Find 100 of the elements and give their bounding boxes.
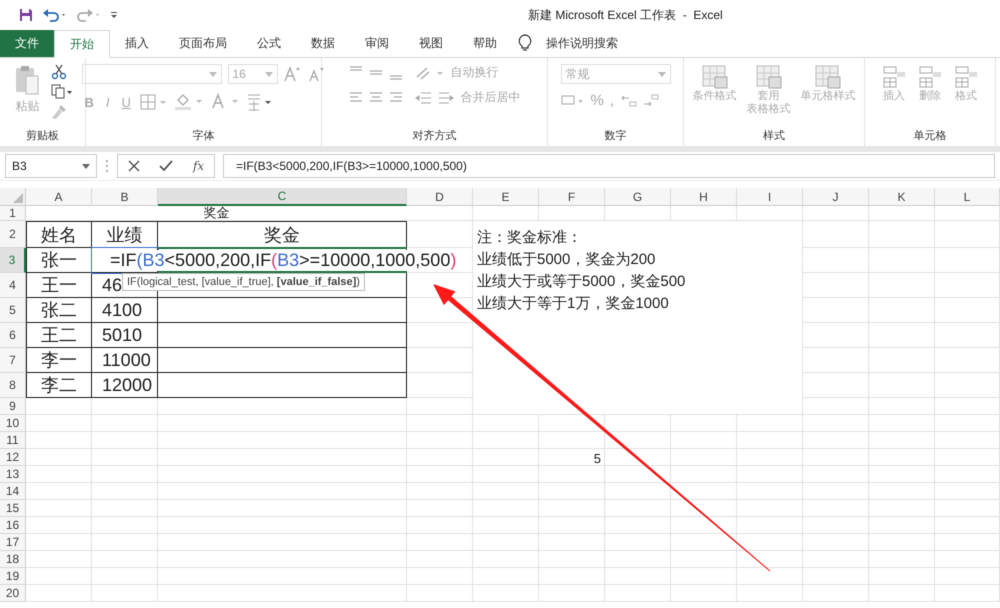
cell-editor[interactable]: =IF(B3<5000,200,IF(B3>=10000,1000,500) (110, 250, 456, 271)
cells-grid-icon (953, 64, 979, 90)
undo-icon[interactable] (42, 7, 68, 23)
column-header[interactable]: L (935, 188, 1000, 206)
shrink-font-icon[interactable] (308, 66, 326, 82)
column-header[interactable]: K (869, 188, 935, 206)
table-cell: 李一 (26, 348, 92, 373)
caret-icon (208, 72, 216, 76)
row-header[interactable]: 18 (0, 551, 26, 568)
row-header[interactable]: 19 (0, 568, 26, 585)
table-header-cell: 奖金 (158, 221, 407, 248)
table-format-icon (754, 64, 782, 90)
window-title: 新建 Microsoft Excel 工作表 - Excel (528, 6, 723, 24)
ribbon-tab[interactable]: 视图 (404, 30, 458, 57)
row-header[interactable]: 15 (0, 500, 26, 517)
row-header[interactable]: 17 (0, 534, 26, 551)
table-cell: 王一 (26, 273, 92, 298)
row-header[interactable]: 1 (0, 206, 26, 221)
font-name-field[interactable] (82, 64, 222, 84)
ribbon-tab[interactable]: 插入 (110, 30, 164, 57)
grow-font-icon[interactable] (284, 66, 302, 82)
button-label: 条件格式 (692, 90, 736, 103)
table-cell: 11000 (92, 348, 158, 373)
borders-icon[interactable] (140, 94, 168, 110)
table-header-cell: 姓名 (26, 221, 92, 248)
button-label: 表格格式 (746, 103, 790, 116)
row-header[interactable]: 10 (0, 415, 26, 432)
ribbon-tab[interactable]: 页面布局 (164, 30, 242, 57)
row-header[interactable]: 9 (0, 398, 26, 415)
row-header[interactable]: 11 (0, 432, 26, 449)
customize-menu-icon[interactable] (110, 10, 118, 20)
table-header-cell: 业绩 (92, 221, 158, 248)
row-header[interactable]: 16 (0, 517, 26, 534)
close-icon[interactable] (128, 160, 140, 172)
formula-field[interactable]: =IF(B3<5000,200,IF(B3>=10000,1000,500) (223, 154, 995, 178)
table-cell: 李二 (26, 373, 92, 398)
grip-icon (105, 159, 109, 173)
row-header[interactable]: 3 (0, 248, 26, 273)
row-header[interactable]: 14 (0, 483, 26, 500)
column-header[interactable]: G (605, 188, 671, 206)
decimal-icons[interactable] (620, 92, 660, 108)
group-label: 对齐方式 (412, 128, 456, 144)
column-header[interactable]: J (803, 188, 869, 206)
indent-icons[interactable] (414, 90, 454, 106)
column-header[interactable]: C (158, 188, 407, 206)
row-header[interactable]: 7 (0, 348, 26, 373)
button-label: 套用 (758, 90, 780, 103)
column-header[interactable]: I (737, 188, 803, 206)
table-cell: 4100 (92, 298, 158, 323)
row-header[interactable]: 20 (0, 585, 26, 602)
cells-grid-icon (881, 64, 907, 90)
note-line: 业绩低于5000，奖金为200 (477, 250, 656, 270)
row-header[interactable]: 5 (0, 298, 26, 323)
column-header[interactable]: D (407, 188, 473, 206)
note-line: 注：奖金标准： (477, 228, 583, 248)
column-header[interactable]: F (539, 188, 605, 206)
row-header[interactable]: 6 (0, 323, 26, 348)
checkmark-icon[interactable] (159, 160, 174, 172)
column-header[interactable]: B (92, 188, 158, 206)
column-header[interactable]: A (26, 188, 92, 206)
table-cell: 12000 (92, 373, 158, 398)
table-cell: 王二 (26, 323, 92, 348)
row-header[interactable]: 8 (0, 373, 26, 398)
font-color-icon[interactable] (210, 93, 240, 111)
ribbon-tab[interactable]: 数据 (296, 30, 350, 57)
insert-function-button[interactable]: fx (192, 159, 204, 173)
file-tab[interactable]: 文件 (0, 30, 54, 57)
fill-color-icon[interactable] (174, 93, 204, 111)
row-header[interactable]: 13 (0, 466, 26, 483)
caret-icon (264, 72, 272, 76)
lightbulb-icon (518, 34, 532, 52)
name-box[interactable]: B3 (5, 154, 97, 178)
note-line: 业绩大于或等于5000，奖金500 (477, 272, 686, 292)
redo-icon[interactable] (76, 7, 102, 23)
tell-me-search[interactable]: 操作说明搜索 (540, 30, 624, 57)
cells-grid-icon (917, 64, 943, 90)
group-label: 字体 (192, 128, 214, 144)
ribbon-tab[interactable]: 公式 (242, 30, 296, 57)
orientation-icon[interactable] (414, 64, 444, 80)
select-all-icon[interactable] (13, 193, 23, 203)
cell-value: 5 (594, 451, 601, 466)
ribbon-tab[interactable]: 审阅 (350, 30, 404, 57)
ribbon-tab[interactable]: 帮助 (458, 30, 512, 57)
column-header[interactable]: H (671, 188, 737, 206)
scissors-icon[interactable] (50, 64, 66, 80)
button-label: 单元格样式 (800, 90, 856, 103)
table-cell: 张二 (26, 298, 92, 323)
table-format-icon (814, 64, 842, 90)
save-icon[interactable] (18, 7, 34, 23)
row-header[interactable]: 4 (0, 273, 26, 298)
phonetic-icon[interactable] (246, 92, 274, 112)
row-header[interactable]: 12 (0, 449, 26, 466)
group-label: 剪贴板 (26, 128, 59, 144)
row-header[interactable]: 2 (0, 221, 26, 248)
note-line: 业绩大于等于1万，奖金1000 (477, 294, 670, 314)
table-cell: 5010 (92, 323, 158, 348)
function-tooltip: IF(logical_test, [value_if_true], [value_if_false]) (122, 273, 365, 291)
column-header[interactable]: E (473, 188, 539, 206)
copy-icon[interactable] (50, 84, 72, 100)
ribbon-tab[interactable]: 开始 (54, 30, 110, 58)
